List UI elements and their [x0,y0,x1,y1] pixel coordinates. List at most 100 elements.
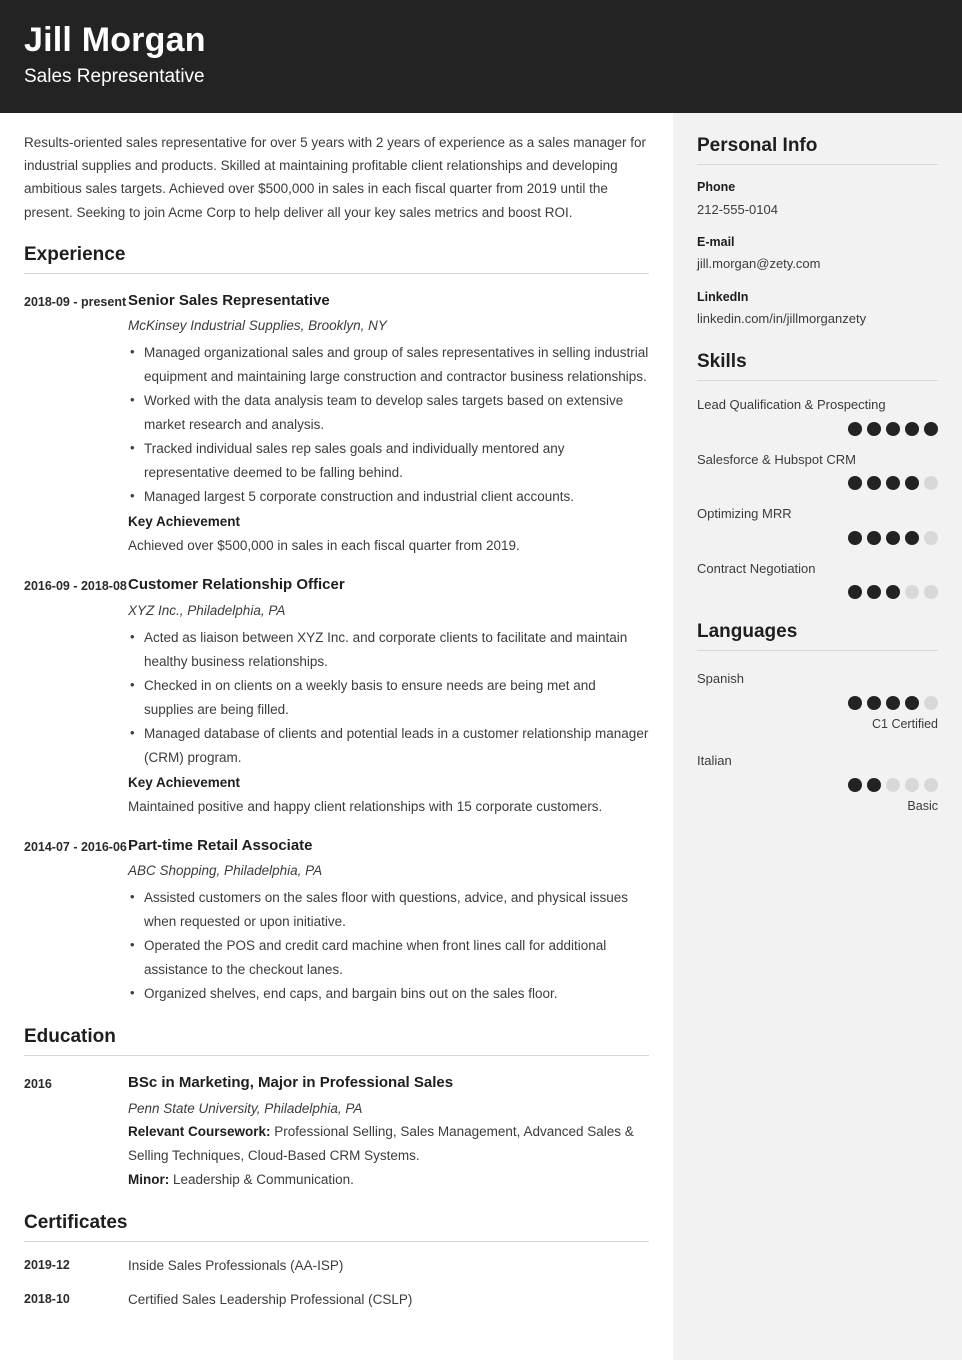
resume-header: Jill Morgan Sales Representative [0,0,962,113]
rating-dot-filled [848,476,862,491]
rating-dot-filled [886,585,900,600]
personal-info-label: Phone [697,179,736,194]
skill-item: Optimizing MRR [697,504,938,545]
skill-rating-dots [697,585,938,600]
experience-role: Part-time Retail Associate [128,836,313,854]
experience-date: 2016-09 - 2018-08 [24,579,127,594]
skills-section: Skills Lead Qualification & Prospecting … [697,351,938,600]
personal-info-label: E-mail [697,234,735,249]
coursework-label: Relevant Coursework: [128,1124,271,1140]
skill-rating-dots [697,421,938,436]
section-heading-education: Education [24,1026,649,1056]
rating-dot-filled [905,476,919,491]
bullet-item: Worked with the data analysis team to de… [128,388,649,437]
experience-role: Customer Relationship Officer [128,576,345,594]
rating-dot-empty [924,695,938,710]
experience-entry: 2018-09 - present Senior Sales Represent… [24,290,649,559]
bullet-item: Operated the POS and credit card machine… [128,933,649,982]
rating-dot-filled [867,476,881,491]
experience-date: 2018-09 - present [24,294,127,309]
professional-summary: Results-oriented sales representative fo… [24,135,647,220]
rating-dot-empty [924,585,938,600]
certificate-row: 2019-12 Inside Sales Professionals (AA-I… [24,1256,649,1276]
experience-organization: McKinsey Industrial Supplies, Brooklyn, … [128,318,387,334]
rating-dot-empty [905,585,919,600]
bullet-item: Organized shelves, end caps, and bargain… [128,981,649,1006]
personal-info-value: linkedin.com/in/jillmorganzety [697,311,867,327]
section-heading-skills: Skills [697,351,938,382]
skill-label: Contract Negotiation [697,560,816,576]
language-label: Spanish [697,671,744,687]
experience-organization: XYZ Inc., Philadelphia, PA [128,602,286,618]
rating-dot-filled [886,421,900,436]
rating-dot-empty [924,777,938,792]
personal-info-list: Phone 212-555-0104 E-mail jill.morgan@ze… [697,178,938,330]
education-list: 2016 BSc in Marketing, Major in Professi… [24,1072,649,1192]
skill-label: Lead Qualification & Prospecting [697,397,886,413]
bullet-item: Managed largest 5 corporate construction… [128,484,649,509]
rating-dot-filled [924,421,938,436]
language-item: Spanish C1 Certified [697,669,938,733]
education-minor: Minor: Leadership & Communication. [128,1168,649,1192]
experience-role: Senior Sales Representative [128,291,330,309]
resume-body: Results-oriented sales representative fo… [0,113,962,1360]
rating-dot-filled [905,530,919,545]
certificate-row: 2018-10 Certified Sales Leadership Profe… [24,1290,649,1310]
rating-dot-empty [886,777,900,792]
rating-dot-filled [867,421,881,436]
rating-dot-filled [867,695,881,710]
bullet-item: Managed database of clients and potentia… [128,721,649,770]
experience-list: 2018-09 - present Senior Sales Represent… [24,290,649,1006]
experience-bullets: Managed organizational sales and group o… [128,340,649,509]
resume-document: Jill Morgan Sales Representative Results… [0,0,962,1360]
rating-dot-empty [924,476,938,491]
section-heading-experience: Experience [24,244,649,274]
personal-info-value: jill.morgan@zety.com [697,256,821,272]
section-heading-personal-info: Personal Info [697,135,938,165]
experience-date: 2014-07 - 2016-06 [24,839,127,854]
personal-info-value: 212-555-0104 [697,201,778,217]
experience-organization: ABC Shopping, Philadelphia, PA [128,863,323,879]
candidate-name: Jill Morgan [24,21,206,59]
bullet-item: Checked in on clients on a weekly basis … [128,673,649,722]
languages-section: Languages Spanish C1 Certified Italian B… [697,621,938,815]
bullet-item: Managed organizational sales and group o… [128,340,649,389]
experience-details: Part-time Retail Associate ABC Shopping,… [128,835,649,1006]
section-heading-certificates: Certificates [24,1212,649,1243]
education-school: Penn State University, Philadelphia, PA [128,1100,363,1116]
rating-dot-filled [848,421,862,436]
rating-dot-filled [905,695,919,710]
key-achievement-label: Key Achievement [128,514,241,530]
personal-info-linkedin: LinkedIn linkedin.com/in/jillmorganzety [697,288,938,330]
personal-info-phone: Phone 212-555-0104 [697,178,938,220]
rating-dot-filled [905,421,919,436]
education-coursework: Relevant Coursework: Professional Sellin… [128,1120,649,1168]
education-details: BSc in Marketing, Major in Professional … [128,1072,649,1192]
rating-dot-filled [848,777,862,792]
skill-item: Salesforce & Hubspot CRM [697,450,938,491]
education-entry: 2016 BSc in Marketing, Major in Professi… [24,1072,649,1192]
bullet-item: Assisted customers on the sales floor wi… [128,885,649,934]
certificate-name: Certified Sales Leadership Professional … [128,1291,413,1307]
education-date: 2016 [24,1076,52,1091]
personal-info-label: LinkedIn [697,289,749,304]
section-heading-languages: Languages [697,621,938,652]
experience-details: Customer Relationship Officer XYZ Inc., … [128,574,649,819]
language-item: Italian Basic [697,751,938,815]
minor-label: Minor: [128,1172,170,1188]
certificate-date: 2019-12 [24,1258,70,1273]
education-degree: BSc in Marketing, Major in Professional … [128,1073,454,1091]
language-rating-dots [697,777,938,792]
certificate-name: Inside Sales Professionals (AA-ISP) [128,1258,344,1274]
bullet-item: Acted as liaison between XYZ Inc. and co… [128,625,649,674]
key-achievement-label: Key Achievement [128,774,241,790]
candidate-job-title: Sales Representative [24,66,205,88]
skill-label: Salesforce & Hubspot CRM [697,451,856,467]
experience-entry: 2016-09 - 2018-08 Customer Relationship … [24,574,649,819]
rating-dot-empty [905,777,919,792]
rating-dot-filled [848,585,862,600]
language-rating-dots [697,695,938,710]
main-column: Results-oriented sales representative fo… [0,113,673,1360]
rating-dot-filled [848,530,862,545]
language-level-note: Basic [907,798,938,813]
